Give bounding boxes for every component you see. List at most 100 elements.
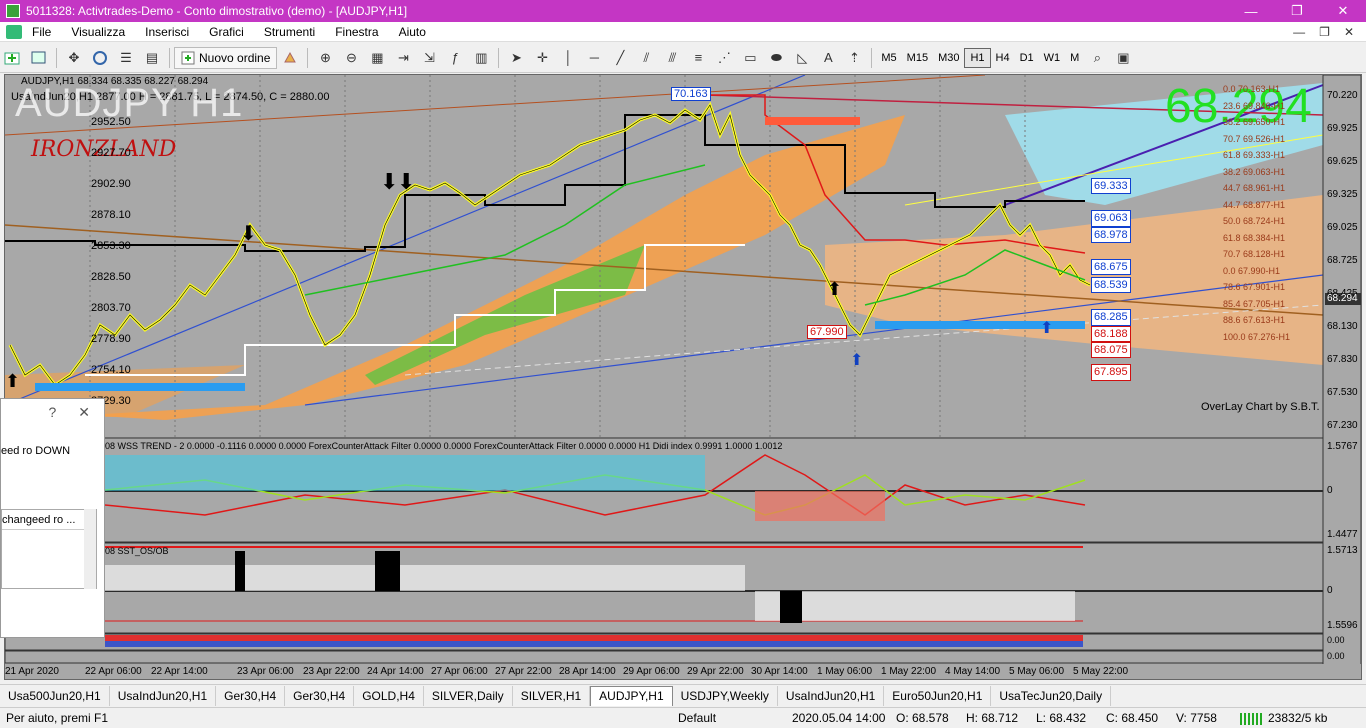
status-profile: Default bbox=[678, 711, 717, 725]
new-order-icon bbox=[181, 51, 195, 64]
new-order-button[interactable]: Nuovo ordine bbox=[174, 46, 278, 69]
tab-ger30-h4[interactable]: Ger30,H4 bbox=[216, 685, 286, 706]
chart-window[interactable]: ⬇ ⬇ ⬇ ⬆ ⬆ ⬆ ⬆ AUDJPY,H1 68.334 68.335 68… bbox=[4, 74, 1362, 680]
alert-dialog[interactable]: ? ✕ eed ro DOWN changeed ro ... bbox=[0, 398, 105, 638]
ellipse-icon[interactable]: ⬬ bbox=[765, 47, 787, 69]
buy-arrow-icon: ⬆ bbox=[1040, 320, 1053, 337]
profiles-icon[interactable] bbox=[28, 47, 50, 69]
sst-bar-black bbox=[780, 591, 802, 623]
market-watch-icon[interactable] bbox=[89, 47, 111, 69]
minimize-button[interactable]: — bbox=[1228, 0, 1274, 22]
current-price-tag: 68.294 bbox=[1327, 293, 1358, 304]
chart-canvas[interactable]: ⬇ ⬇ ⬇ ⬆ ⬆ ⬆ ⬆ bbox=[5, 75, 1361, 679]
sst-bar-black bbox=[235, 551, 245, 591]
tab-silver-daily[interactable]: SILVER,Daily bbox=[424, 685, 513, 706]
text-icon[interactable]: A bbox=[817, 47, 839, 69]
sst-bar-black bbox=[375, 551, 400, 591]
chart-window-icon[interactable] bbox=[6, 24, 22, 39]
timeframe-m30[interactable]: M30 bbox=[933, 48, 964, 68]
menu-bar: File Visualizza Inserisci Grafici Strume… bbox=[0, 22, 1366, 42]
menu-aiuto[interactable]: Aiuto bbox=[389, 25, 436, 39]
search-icon[interactable]: ⌕ bbox=[1086, 47, 1108, 69]
tab-audjpy-h1[interactable]: AUDJPY,H1 bbox=[590, 685, 673, 706]
tab-euro50-h1[interactable]: Euro50Jun20,H1 bbox=[884, 685, 992, 706]
dialog-list[interactable]: changeed ro ... bbox=[1, 509, 97, 589]
dialog-list-item[interactable]: changeed ro ... bbox=[2, 510, 96, 530]
dialog-scrollbar[interactable] bbox=[84, 509, 96, 589]
tab-usaind-h1-2[interactable]: UsaIndJun20,H1 bbox=[778, 685, 885, 706]
crosshair-icon[interactable]: ✛ bbox=[531, 47, 553, 69]
navigator-icon[interactable]: ☰ bbox=[115, 47, 137, 69]
sell-arrow-icon: ⬆ bbox=[827, 279, 842, 299]
close-button[interactable]: ✕ bbox=[1320, 0, 1366, 22]
strip-red bbox=[105, 635, 1083, 641]
timeframe-h1[interactable]: H1 bbox=[964, 47, 991, 68]
time-axis: 21 Apr 2020 22 Apr 06:00 22 Apr 14:00 23 A… bbox=[5, 666, 1129, 677]
horizontal-line-icon[interactable]: ─ bbox=[583, 47, 605, 69]
status-volume: V: 7758 bbox=[1176, 711, 1217, 725]
rectangle-icon[interactable]: ▭ bbox=[739, 47, 761, 69]
arrows-icon[interactable]: ⇡ bbox=[843, 47, 865, 69]
tab-usatec-daily[interactable]: UsaTecJun20,Daily bbox=[991, 685, 1112, 706]
zoom-out-icon[interactable]: ⊖ bbox=[340, 47, 362, 69]
title-bar: 5011328: Activtrades-Demo - Conto dimost… bbox=[0, 0, 1366, 22]
fibo-fan-icon[interactable]: ⋰ bbox=[713, 47, 735, 69]
status-datetime: 2020.05.04 14:00 bbox=[792, 711, 886, 725]
settings-icon[interactable]: ▣ bbox=[1112, 47, 1134, 69]
mdi-restore-button[interactable]: ❐ bbox=[1319, 25, 1330, 39]
expert-advisors-icon[interactable] bbox=[279, 47, 301, 69]
equidistant-channel-icon[interactable]: ⫽ bbox=[635, 47, 657, 69]
timeframe-m5[interactable]: M5 bbox=[876, 48, 901, 68]
timeframe-mn[interactable]: M bbox=[1065, 48, 1084, 68]
toolbar: ✥ ☰ ▤ Nuovo ordine ⊕ ⊖ ▦ ⇥ ⇲ ƒ ▥ ➤ ✛ │ ─… bbox=[0, 43, 1366, 73]
menu-finestra[interactable]: Finestra bbox=[325, 25, 388, 39]
tile-windows-icon[interactable]: ▦ bbox=[366, 47, 388, 69]
status-traffic: 23832/5 kb bbox=[1268, 711, 1328, 725]
tab-silver-h1[interactable]: SILVER,H1 bbox=[513, 685, 591, 706]
status-bar: Per aiuto, premi F1 Default 2020.05.04 1… bbox=[0, 707, 1366, 728]
chart-shift-icon[interactable]: ⇥ bbox=[392, 47, 414, 69]
autoscroll-icon[interactable]: ⇲ bbox=[418, 47, 440, 69]
zoom-in-icon[interactable]: ⊕ bbox=[314, 47, 336, 69]
menu-inserisci[interactable]: Inserisci bbox=[135, 25, 199, 39]
menu-file[interactable]: File bbox=[22, 25, 61, 39]
mdi-close-button[interactable]: ✕ bbox=[1344, 25, 1354, 39]
tab-usaind-h1[interactable]: UsaIndJun20,H1 bbox=[110, 685, 217, 706]
timeframe-d1[interactable]: D1 bbox=[1015, 48, 1039, 68]
help-icon[interactable]: ? bbox=[48, 404, 56, 420]
pitchfork-icon[interactable]: ⫻ bbox=[661, 47, 683, 69]
close-icon[interactable]: ✕ bbox=[78, 404, 90, 421]
tab-usdjpy-weekly[interactable]: USDJPY,Weekly bbox=[673, 685, 778, 706]
menu-strumenti[interactable]: Strumenti bbox=[254, 25, 325, 39]
timeframe-w1[interactable]: W1 bbox=[1039, 48, 1066, 68]
cursor-icon[interactable]: ➤ bbox=[505, 47, 527, 69]
tab-ger30-h4-2[interactable]: Ger30,H4 bbox=[285, 685, 355, 706]
triangle-icon[interactable]: ◺ bbox=[791, 47, 813, 69]
overlay-price-scale: 2952.50 2927.70 2902.90 2878.10 2853.30 2828… bbox=[91, 116, 131, 407]
indicators-icon[interactable]: ƒ bbox=[444, 47, 466, 69]
ind1-axis-top: 1.5767 bbox=[1327, 441, 1358, 452]
indicator2-header: 08 SST_OS/OB bbox=[105, 546, 169, 556]
sst-histogram-white-low bbox=[755, 591, 1075, 621]
terminal-icon[interactable]: ▤ bbox=[141, 47, 163, 69]
templates-icon[interactable]: ▥ bbox=[470, 47, 492, 69]
vertical-line-icon[interactable]: │ bbox=[557, 47, 579, 69]
tab-usa500-h1[interactable]: Usa500Jun20,H1 bbox=[0, 685, 110, 706]
mdi-minimize-button[interactable]: — bbox=[1293, 25, 1305, 39]
timeframe-h4[interactable]: H4 bbox=[991, 48, 1015, 68]
top-price-box: 70.163 bbox=[671, 87, 711, 101]
ind2-axis-zero: 0 bbox=[1327, 585, 1333, 596]
wss-histogram-cyan bbox=[105, 455, 705, 491]
new-chart-icon[interactable] bbox=[2, 47, 24, 69]
menu-grafici[interactable]: Grafici bbox=[199, 25, 254, 39]
fibonacci-icon[interactable]: ≡ bbox=[687, 47, 709, 69]
sell-arrow-icon: ⬇ bbox=[397, 169, 415, 194]
restore-button[interactable]: ❐ bbox=[1274, 0, 1320, 22]
trendline-icon[interactable]: ╱ bbox=[609, 47, 631, 69]
crosshair-navigator-icon[interactable]: ✥ bbox=[63, 47, 85, 69]
tab-gold-h4[interactable]: GOLD,H4 bbox=[354, 685, 424, 706]
wss-histogram-red bbox=[755, 491, 885, 521]
app-icon bbox=[6, 4, 20, 18]
menu-visualizza[interactable]: Visualizza bbox=[61, 25, 135, 39]
timeframe-m15[interactable]: M15 bbox=[902, 48, 933, 68]
